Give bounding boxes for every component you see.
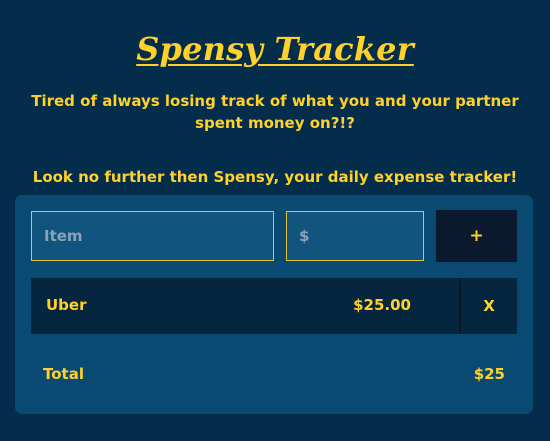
tagline-secondary: Look no further then Spensy, your daily … [32,168,518,186]
delete-expense-button[interactable]: X [461,278,517,334]
expense-card: + Uber $25.00 X Total $25 [15,195,533,414]
app-page: Spensy Tracker Tired of always losing tr… [0,0,550,441]
page-title: Spensy Tracker [136,30,414,68]
tagline: Tired of always losing track of what you… [31,92,519,132]
amount-input[interactable] [286,211,424,261]
expense-row: Uber $25.00 X [31,278,517,334]
add-expense-button[interactable]: + [436,210,517,262]
expense-name: Uber [46,296,87,314]
total-value: $25 [473,365,505,383]
expense-amount: $25.00 [353,296,411,314]
total-label: Total [43,365,84,383]
item-input[interactable] [31,211,274,261]
